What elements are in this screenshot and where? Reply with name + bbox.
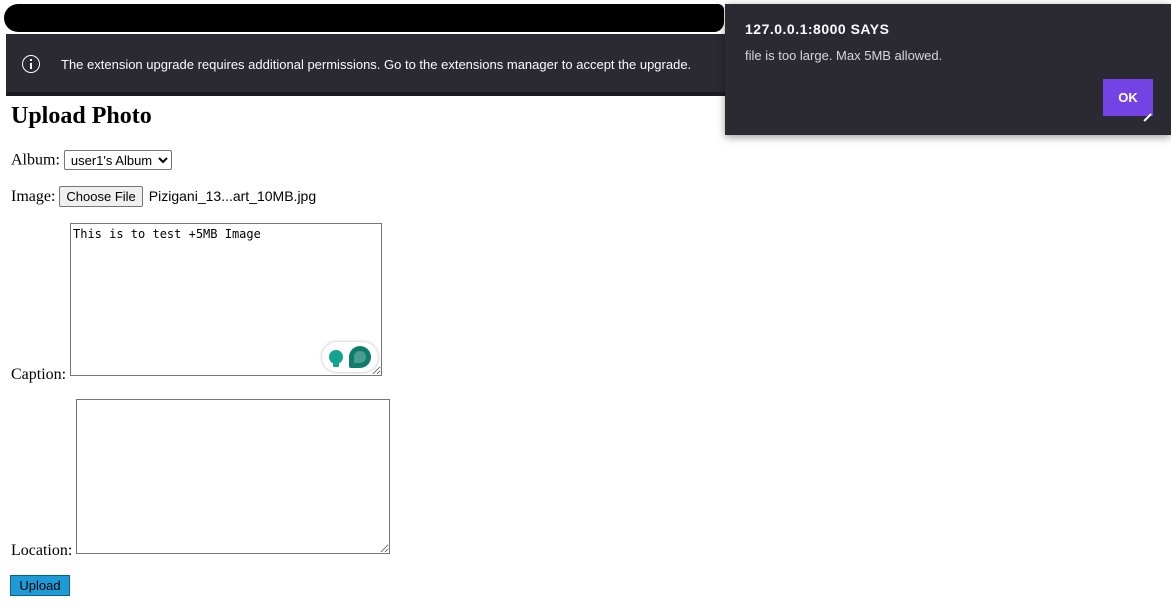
choose-file-button[interactable]: Choose File (59, 186, 143, 207)
caption-label: Caption: (11, 366, 67, 383)
page-title: Upload Photo (11, 103, 152, 129)
location-textarea[interactable] (76, 399, 390, 554)
banner-divider (6, 92, 730, 96)
lightbulb-icon[interactable] (329, 350, 343, 367)
album-row: Album: user1's Album (11, 150, 172, 170)
image-label: Image: (11, 188, 56, 205)
extension-notification-banner: The extension upgrade requires additiona… (6, 34, 730, 94)
grammar-assistant-widget[interactable] (322, 342, 378, 372)
redacted-header (0, 0, 740, 36)
alert-ok-button[interactable]: OK (1103, 79, 1153, 116)
info-icon (22, 55, 40, 73)
alert-title: 127.0.0.1:8000 SAYS (745, 21, 890, 37)
extension-banner-message: The extension upgrade requires additiona… (61, 56, 692, 72)
location-label: Location: (11, 542, 73, 559)
selected-file-name: Pizigani_13...art_10MB.jpg (148, 188, 317, 204)
alert-message: file is too large. Max 5MB allowed. (745, 48, 943, 63)
upload-button[interactable]: Upload (10, 575, 70, 596)
image-row: Image: Choose File Pizigani_13...art_10M… (11, 186, 316, 207)
grammar-assistant-icon[interactable] (349, 346, 371, 368)
album-select[interactable]: user1's Album (63, 150, 172, 170)
redaction-scribble (4, 4, 724, 32)
alert-dialog: 127.0.0.1:8000 SAYS file is too large. M… (725, 4, 1171, 135)
album-label: Album: (11, 151, 60, 169)
